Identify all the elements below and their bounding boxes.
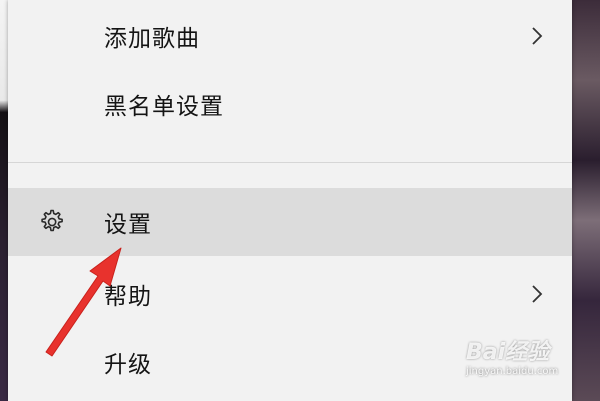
background-right-strip <box>572 0 600 401</box>
menu-item-label: 设置 <box>104 212 152 238</box>
menu-item-settings[interactable]: 设置 <box>8 188 572 256</box>
menu-item-label: 升级 <box>104 352 152 378</box>
screenshot-stage: 添加歌曲 黑名单设置 设置 帮助 升级 Bai经验 jingyan.baidu.… <box>0 0 600 401</box>
chevron-right-icon <box>532 27 543 45</box>
gear-icon <box>41 209 63 232</box>
menu-item-label: 帮助 <box>104 284 152 310</box>
menu-item-help[interactable]: 帮助 <box>8 262 572 326</box>
menu-item-blacklist-settings[interactable]: 黑名单设置 <box>8 72 572 136</box>
menu-item-label: 黑名单设置 <box>104 94 224 120</box>
chevron-right-icon <box>532 285 543 303</box>
context-menu: 添加歌曲 黑名单设置 设置 帮助 升级 <box>8 0 572 401</box>
menu-item-upgrade[interactable]: 升级 <box>8 330 572 394</box>
menu-item-add-songs[interactable]: 添加歌曲 <box>8 4 572 68</box>
menu-divider <box>8 162 572 163</box>
menu-item-label: 添加歌曲 <box>104 26 200 52</box>
